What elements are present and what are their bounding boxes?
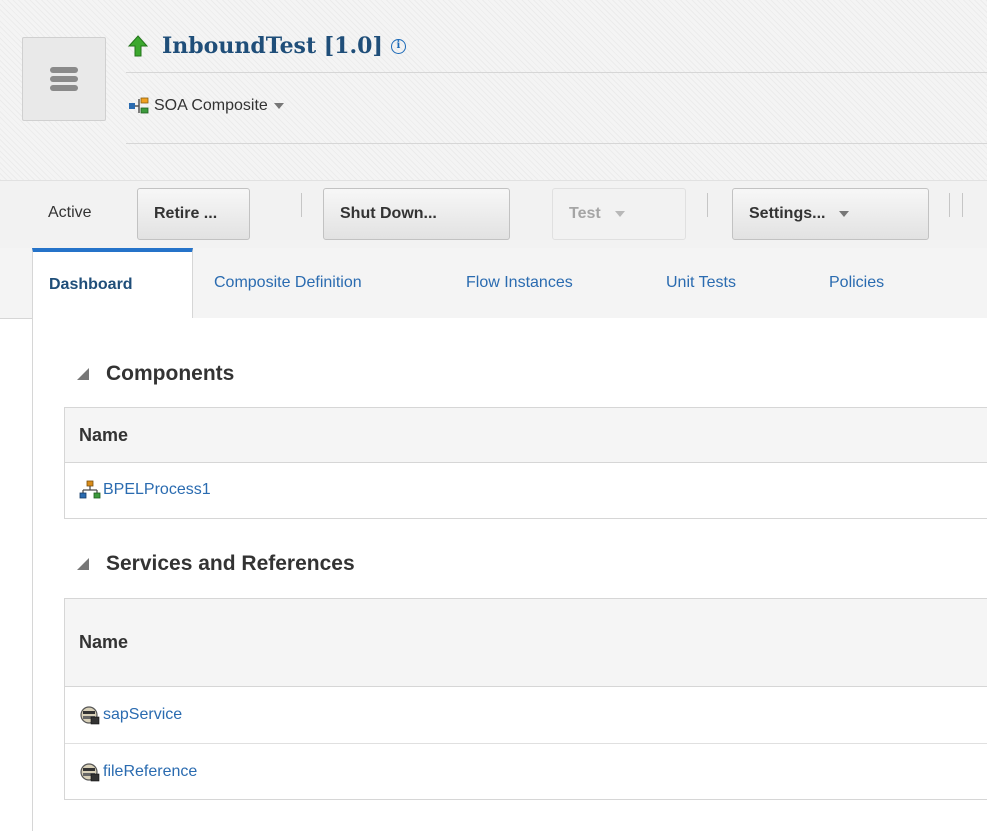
services-heading: Services and References [106, 552, 355, 575]
soa-composite-dashboard-page: InboundTest [1.0] i SOA Composite Active… [0, 0, 987, 831]
table-row[interactable]: fileReference [65, 743, 987, 799]
adapter-reference-icon [80, 762, 100, 781]
adapter-service-icon [80, 706, 100, 725]
tab-policies-label: Policies [829, 274, 885, 291]
toolbar-separator [707, 193, 708, 217]
settings-menu-button[interactable]: Settings... [732, 188, 929, 240]
reference-name-link[interactable]: fileReference [103, 763, 197, 781]
header-divider [126, 72, 987, 73]
test-menu-button[interactable]: Test [552, 188, 686, 240]
retire-button-label: Retire ... [154, 205, 218, 222]
tab-dashboard[interactable]: Dashboard [32, 248, 193, 318]
chevron-down-icon [839, 211, 850, 217]
service-name-link[interactable]: sapService [103, 706, 182, 724]
composite-toolbar: Active Retire ... Shut Down... Test Sett… [0, 180, 987, 248]
retire-button[interactable]: Retire ... [137, 188, 250, 240]
info-icon[interactable]: i [390, 38, 406, 54]
services-references-table: Name sapService fileReference [64, 598, 987, 800]
up-status-arrow-icon [128, 35, 148, 57]
chevron-down-icon [273, 103, 284, 109]
tab-flow-instances[interactable]: Flow Instances [466, 248, 573, 318]
settings-button-label: Settings... [749, 205, 826, 222]
shut-down-button-label: Shut Down... [340, 205, 437, 222]
status-label: Active [48, 204, 92, 221]
test-button-label: Test [569, 205, 601, 222]
title-row: InboundTest [1.0] i [128, 28, 406, 64]
component-name-link[interactable]: BPELProcess1 [103, 481, 211, 499]
components-section-header[interactable]: Components [76, 358, 234, 390]
components-heading: Components [106, 362, 235, 385]
tab-dashboard-label: Dashboard [49, 276, 133, 293]
bpel-process-icon [79, 480, 101, 499]
toolbar-separator [962, 193, 963, 217]
navigator-toggle-button[interactable] [22, 37, 106, 121]
tab-flow-instances-label: Flow Instances [466, 274, 573, 291]
collapse-triangle-icon [77, 558, 89, 570]
hamburger-menu-icon [50, 64, 78, 94]
tab-policies[interactable]: Policies [829, 248, 884, 318]
collapse-triangle-icon [77, 368, 89, 380]
toolbar-separator [301, 193, 302, 217]
page-header: InboundTest [1.0] i SOA Composite [0, 0, 987, 180]
target-type-menu[interactable]: SOA Composite [128, 94, 284, 118]
components-table: Name BPELProcess1 [64, 407, 987, 519]
components-name-column-header[interactable]: Name [65, 408, 987, 463]
target-type-label: SOA Composite [154, 97, 268, 114]
table-row[interactable]: sapService [65, 687, 987, 743]
tab-composite-definition[interactable]: Composite Definition [214, 248, 362, 318]
header-divider-bottom [126, 143, 987, 144]
soa-composite-icon [129, 97, 149, 114]
tab-unit-tests-label: Unit Tests [666, 274, 736, 291]
services-section-header[interactable]: Services and References [76, 548, 355, 580]
services-name-column-header[interactable]: Name [65, 599, 987, 687]
tab-bar: Dashboard Composite Definition Flow Inst… [0, 248, 987, 318]
tab-composite-definition-label: Composite Definition [214, 274, 362, 291]
table-row[interactable]: BPELProcess1 [65, 463, 987, 517]
toolbar-separator [949, 193, 950, 217]
tab-unit-tests[interactable]: Unit Tests [666, 248, 736, 318]
shut-down-button[interactable]: Shut Down... [323, 188, 510, 240]
composite-title: InboundTest [1.0] [162, 33, 383, 59]
chevron-down-icon [614, 211, 625, 217]
